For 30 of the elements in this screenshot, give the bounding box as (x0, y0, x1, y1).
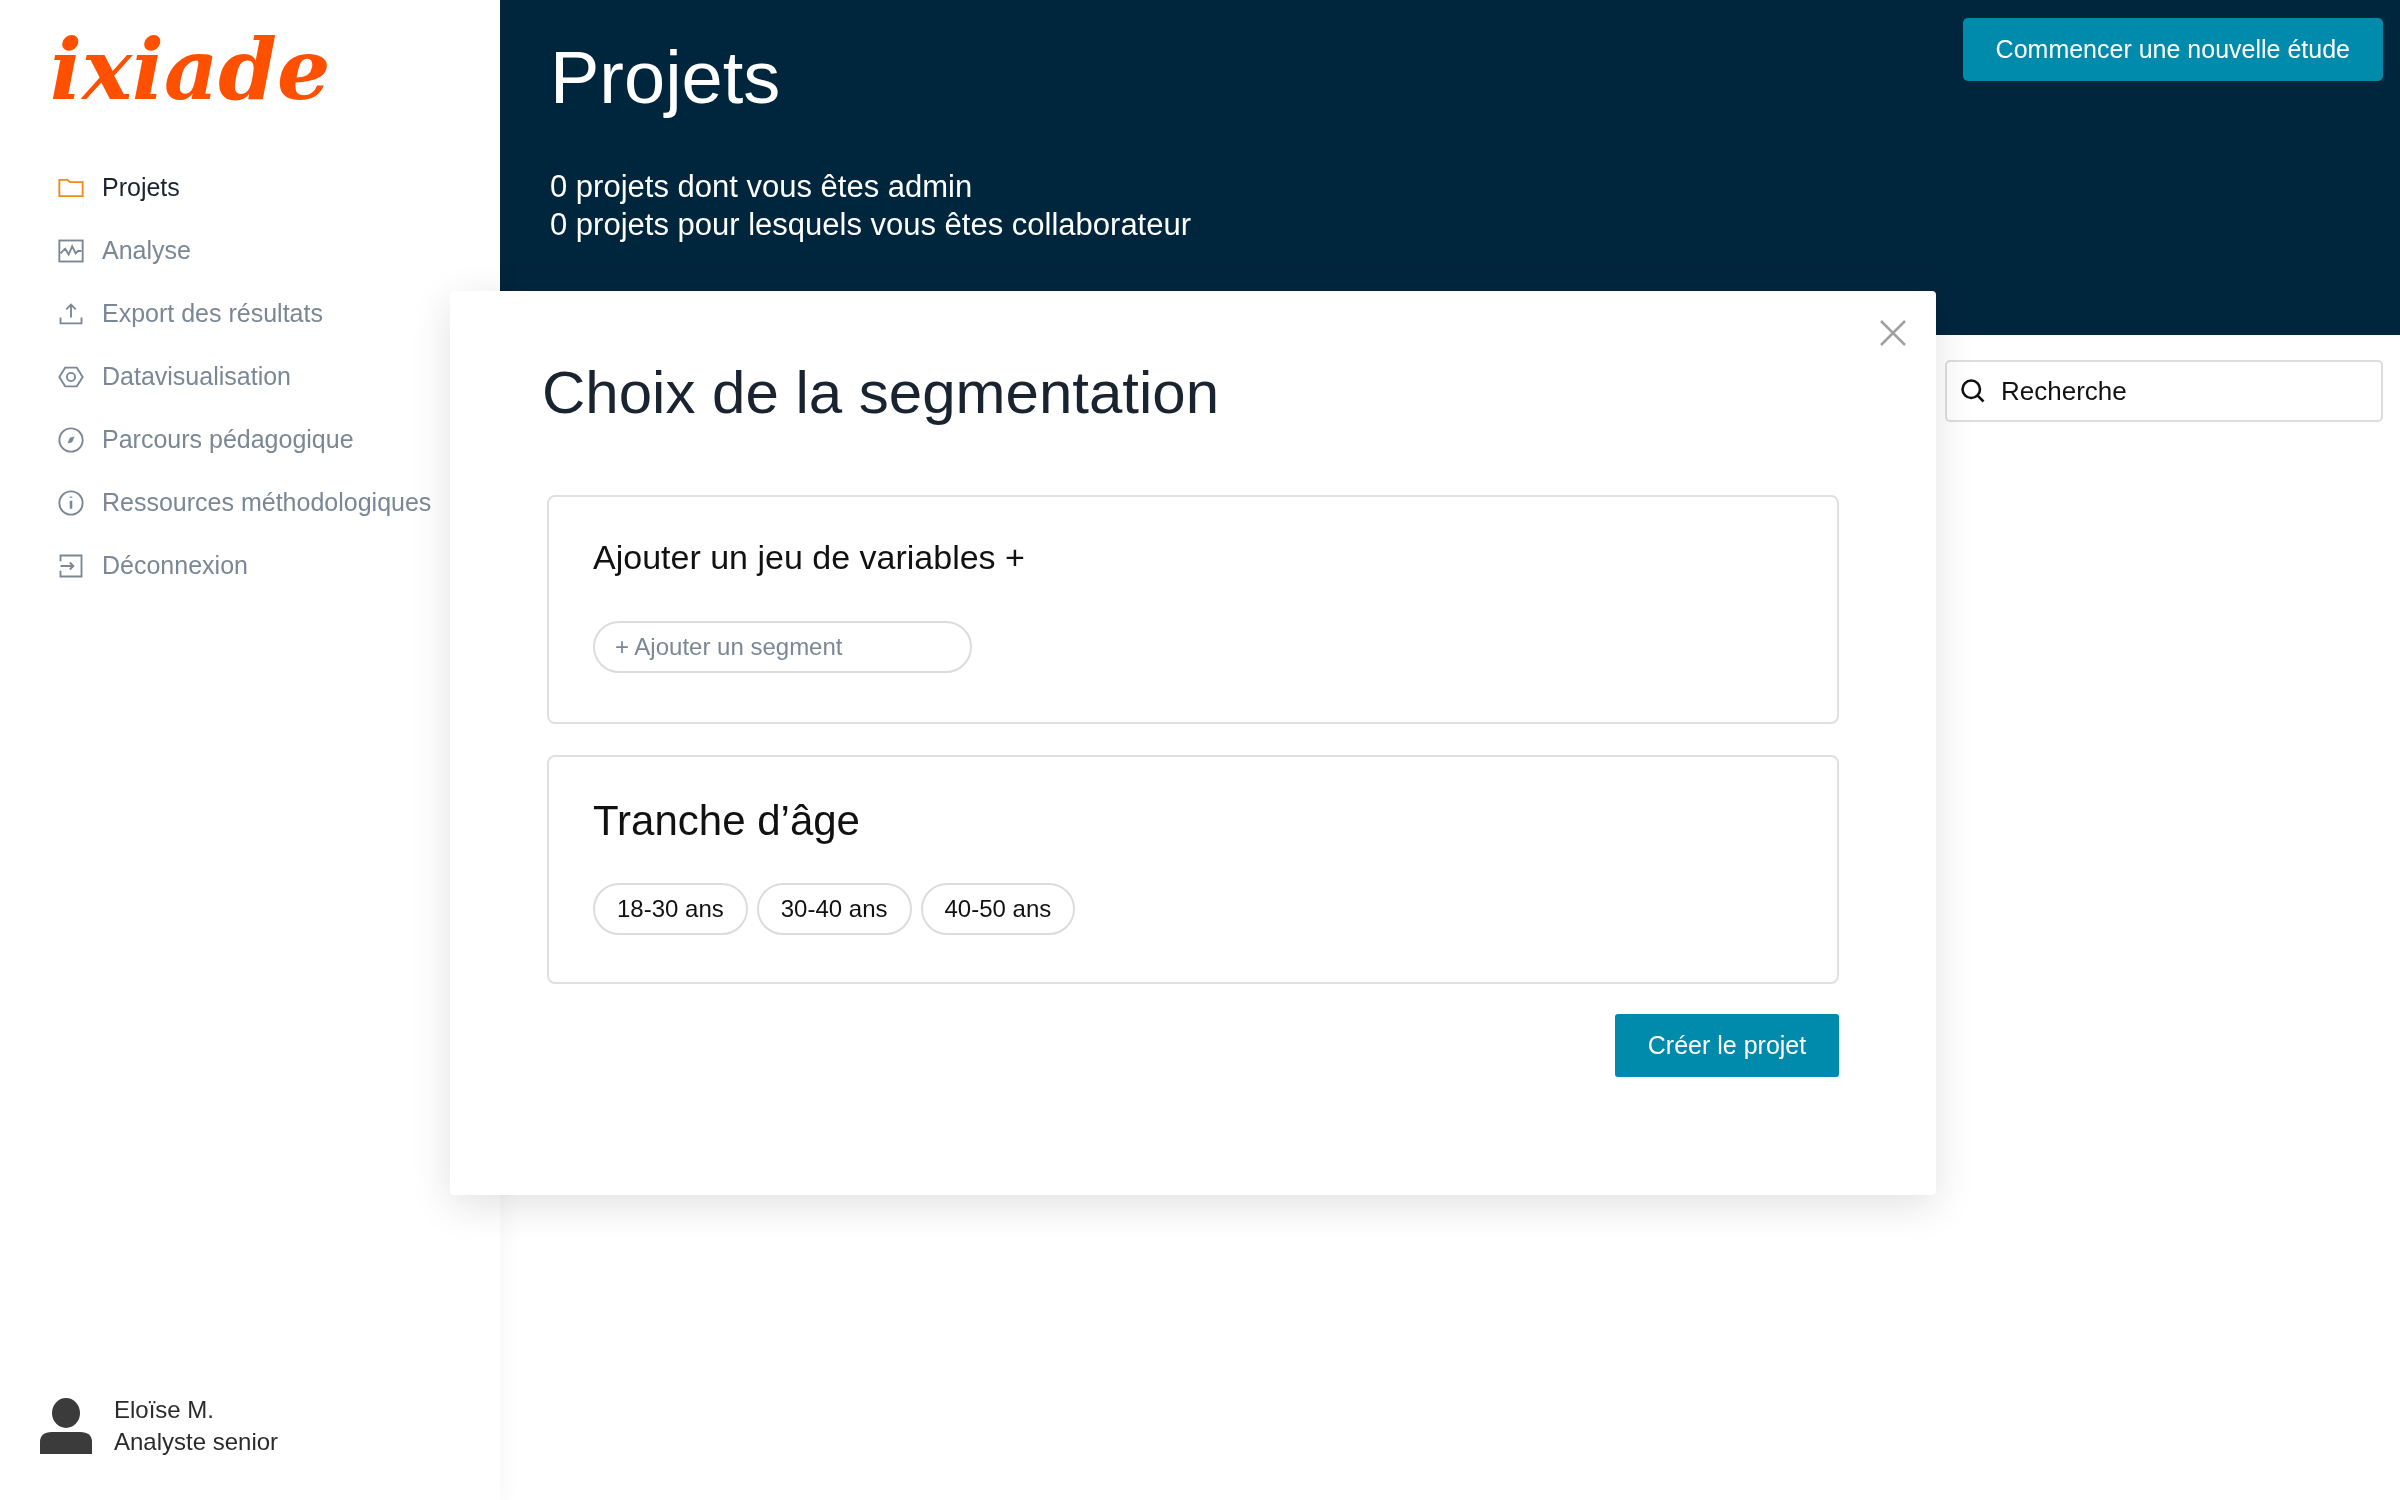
info-icon (57, 489, 85, 517)
age-chip[interactable]: 30-40 ans (756, 883, 912, 935)
logo: ixiade (50, 28, 331, 112)
create-project-button[interactable]: Créer le projet (1615, 1014, 1839, 1077)
sidebar-item[interactable]: Ressources méthodologiques (57, 483, 432, 523)
sidebar-item[interactable]: Projets (57, 168, 180, 208)
user-name: Eloïse M. (114, 1395, 216, 1425)
add-segment-button[interactable]: + Ajouter un segment (593, 621, 972, 673)
card-heading: Tranche d’âge (593, 796, 860, 846)
search-field[interactable]: Recherche (1945, 360, 2383, 422)
card-heading: Ajouter un jeu de variables + (593, 537, 1025, 578)
sidebar-item[interactable]: Déconnexion (57, 546, 248, 586)
sidebar-item[interactable]: Export des résultats (57, 294, 323, 334)
age-chip[interactable]: 40-50 ans (920, 883, 1076, 935)
page-title: Projets (550, 35, 781, 121)
chart-icon (57, 237, 85, 265)
sidebar-item[interactable]: Analyse (57, 231, 191, 271)
sidebar-item[interactable]: Datavisualisation (57, 357, 291, 397)
age-chip[interactable]: 18-30 ans (593, 883, 748, 935)
project-count: 0 projets pour lesquels vous êtes collaborateur (550, 206, 1192, 244)
sidebar-item[interactable]: Parcours pédagogique (57, 420, 354, 460)
close-icon[interactable] (1879, 319, 1907, 347)
user-role: Analyste senior (114, 1427, 279, 1457)
new-study-button[interactable]: Commencer une nouvelle étude (1962, 18, 2383, 81)
compass-icon (57, 426, 85, 454)
user-avatar-icon (40, 1398, 92, 1454)
logout-icon (57, 552, 85, 580)
project-count: 0 projets dont vous êtes admin (550, 168, 974, 206)
search-icon (1959, 377, 1987, 405)
dialog-title: Choix de la segmentation (542, 358, 1220, 428)
